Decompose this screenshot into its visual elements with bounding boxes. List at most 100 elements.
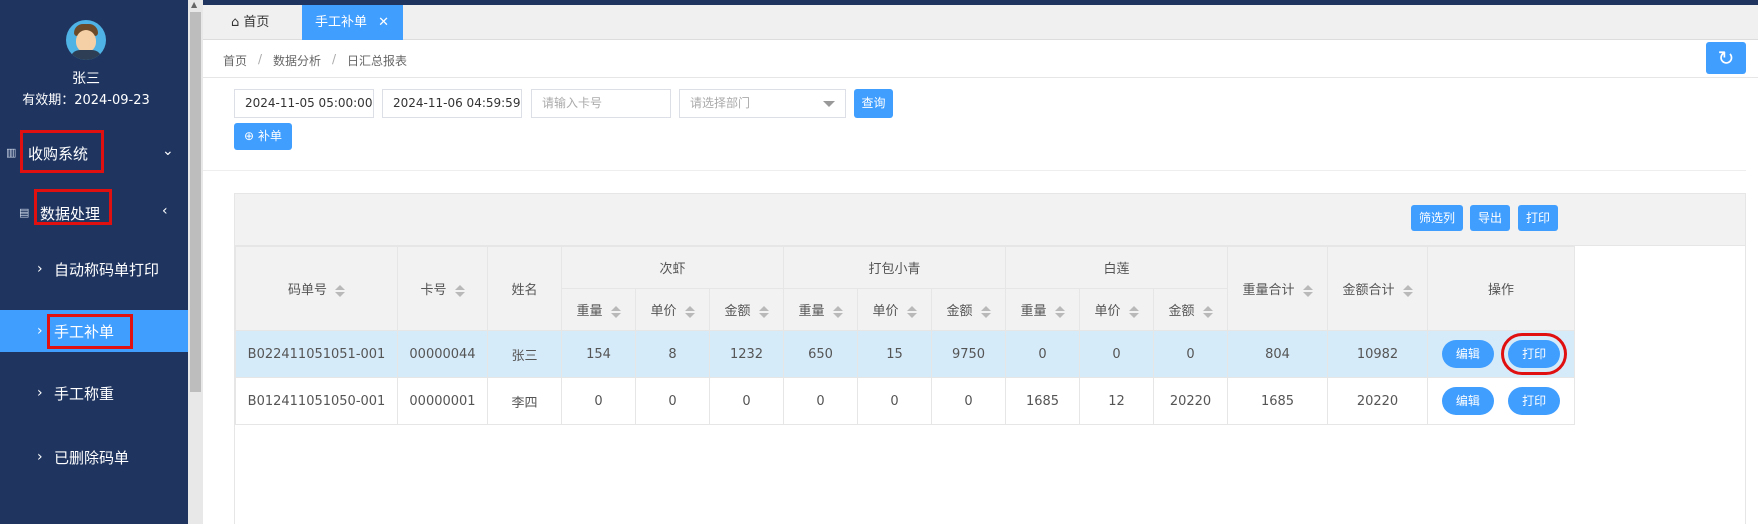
header-card[interactable]: 卡号 <box>397 246 488 331</box>
header-amount-total[interactable]: 金额合计 <box>1327 246 1428 331</box>
tab-home[interactable]: ⌂ 首页 <box>231 5 269 40</box>
department-select[interactable]: 请选择部门 <box>679 89 846 118</box>
cell-value: 650 <box>783 330 858 378</box>
header-label: 重量合计 <box>1242 283 1295 298</box>
header-amount[interactable]: 金额 <box>1153 288 1228 331</box>
header-ops: 操作 <box>1427 246 1575 331</box>
sidebar: 张三 有效期：2024-09-23 ▥ 收购系统 ⌄ ▤ 数据处理 ‹ › 自动… <box>0 0 188 524</box>
cell-value: 0 <box>1153 330 1228 378</box>
header-name: 姓名 <box>487 246 562 331</box>
tab-manual-supplement[interactable]: 手工补单 ✕ <box>302 5 403 40</box>
user-valid-until: 有效期：2024-09-23 <box>22 93 150 108</box>
sort-icon[interactable] <box>1302 284 1313 297</box>
query-button[interactable]: 查询 <box>854 89 893 118</box>
header-label: 金额合计 <box>1342 283 1395 298</box>
edit-button[interactable]: 编辑 <box>1441 340 1494 368</box>
sort-icon[interactable] <box>832 305 843 318</box>
sidebar-item-label: 已删除码单 <box>54 448 130 467</box>
user-avatar[interactable] <box>66 20 106 60</box>
cell-value: 0 <box>635 377 710 425</box>
chevron-right-icon: › <box>37 323 43 339</box>
breadcrumb-separator: / <box>258 52 263 66</box>
data-table: 码单号 卡号 姓名 次虾 打包小青 白莲 重量合计 金额合计 操作 重量 单价 … <box>235 246 1575 425</box>
cell-value: 8 <box>635 330 710 378</box>
header-amount[interactable]: 金额 <box>709 288 784 331</box>
sort-icon[interactable] <box>980 305 991 318</box>
sort-icon[interactable] <box>1128 305 1139 318</box>
chevron-right-icon: › <box>37 449 43 465</box>
avatar-face <box>76 30 96 52</box>
header-label: 重量 <box>576 304 603 319</box>
header-weight[interactable]: 重量 <box>783 288 858 331</box>
sidebar-item-label: 自动称码单打印 <box>54 260 160 279</box>
header-weight[interactable]: 重量 <box>561 288 636 331</box>
add-supplement-button[interactable]: ⊕ 补单 <box>234 123 292 150</box>
cell-code: B022411051051-001 <box>235 330 398 378</box>
card-number-input[interactable]: 请输入卡号 <box>531 89 671 118</box>
header-code[interactable]: 码单号 <box>235 246 398 331</box>
sort-icon[interactable] <box>1054 305 1065 318</box>
sort-icon[interactable] <box>684 305 695 318</box>
header-group-bailian: 白莲 <box>1005 246 1228 289</box>
content: 2024-11-05 05:00:00 2024-11-06 04:59:59 … <box>203 78 1746 524</box>
header-price[interactable]: 单价 <box>1079 288 1154 331</box>
header-label: 单价 <box>872 304 899 319</box>
table-row[interactable]: B022411051051-001 00000044 张三 154 8 1232… <box>235 330 1575 378</box>
cell-code: B012411051050-001 <box>235 377 398 425</box>
cell-name: 李四 <box>487 377 562 425</box>
edit-button[interactable]: 编辑 <box>1441 387 1494 415</box>
header-label: 重量 <box>798 304 825 319</box>
refresh-button[interactable]: ↻ <box>1706 42 1746 74</box>
sidebar-item-auto-weigh-print[interactable]: › 自动称码单打印 <box>0 249 188 289</box>
chevron-down-icon: ⌄ <box>162 143 174 159</box>
table-row[interactable]: B012411051050-001 00000001 李四 0 0 0 0 0 … <box>235 377 1575 425</box>
header-weight[interactable]: 重量 <box>1005 288 1080 331</box>
breadcrumb-separator: / <box>332 52 337 66</box>
cell-weight-total: 804 <box>1227 330 1328 378</box>
header-amount[interactable]: 金额 <box>931 288 1006 331</box>
breadcrumb-item-current: 日汇总报表 <box>347 54 408 68</box>
sort-icon[interactable] <box>1402 284 1413 297</box>
header-weight-total[interactable]: 重量合计 <box>1227 246 1328 331</box>
filter-columns-button[interactable]: 筛选列 <box>1411 205 1463 231</box>
sort-icon[interactable] <box>758 305 769 318</box>
tab-bar: ⌂ 首页 手工补单 ✕ <box>203 5 1758 40</box>
sort-icon[interactable] <box>906 305 917 318</box>
scroll-up-icon[interactable]: ▲ <box>191 0 197 9</box>
breadcrumb-item[interactable]: 首页 <box>223 52 247 69</box>
sidebar-item-deleted-codes[interactable]: › 已删除码单 <box>0 437 188 477</box>
cell-value: 0 <box>857 377 932 425</box>
cell-name: 张三 <box>487 330 562 378</box>
table-toolbar: 筛选列 导出 打印 <box>235 194 1745 246</box>
cell-value: 0 <box>783 377 858 425</box>
cell-card: 00000001 <box>397 377 488 425</box>
print-row-button[interactable]: 打印 <box>1501 333 1568 375</box>
start-time-input[interactable]: 2024-11-05 05:00:00 <box>234 89 374 118</box>
header-label: 金额 <box>946 304 973 319</box>
header-price[interactable]: 单价 <box>635 288 710 331</box>
cell-card: 00000044 <box>397 330 488 378</box>
close-icon[interactable]: ✕ <box>378 5 389 40</box>
plus-circle-icon: ⊕ <box>244 129 255 143</box>
sort-icon[interactable] <box>610 305 621 318</box>
cell-value: 9750 <box>931 330 1006 378</box>
cell-value: 0 <box>561 377 636 425</box>
sort-icon[interactable] <box>454 284 465 297</box>
scrollbar-thumb[interactable] <box>190 12 201 392</box>
sort-icon[interactable] <box>335 284 345 297</box>
cell-value: 1232 <box>709 330 784 378</box>
print-row-button[interactable]: 打印 <box>1508 387 1561 415</box>
sort-icon[interactable] <box>1202 305 1213 318</box>
breadcrumb-item[interactable]: 数据分析 <box>273 52 321 69</box>
header-group-dabaoxiaoqing: 打包小青 <box>783 246 1006 289</box>
header-label: 单价 <box>1094 304 1121 319</box>
end-time-input[interactable]: 2024-11-06 04:59:59 <box>382 89 522 118</box>
cell-value: 0 <box>709 377 784 425</box>
header-price[interactable]: 单价 <box>857 288 932 331</box>
main-area: ⌂ 首页 手工补单 ✕ 首页 / 数据分析 / 日汇总报表 ↻ 2024-11-… <box>203 0 1758 524</box>
header-group-cixia: 次虾 <box>561 246 784 289</box>
export-button[interactable]: 导出 <box>1470 205 1510 231</box>
sidebar-scrollbar[interactable]: ▲ <box>188 0 203 524</box>
print-button[interactable]: 打印 <box>1518 205 1558 231</box>
sidebar-item-manual-weigh[interactable]: › 手工称重 <box>0 373 188 413</box>
